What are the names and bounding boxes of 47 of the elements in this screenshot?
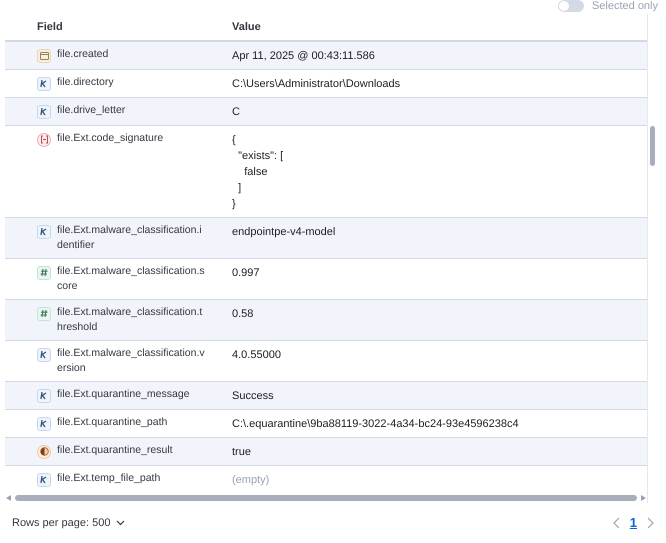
next-page-icon[interactable]	[647, 517, 654, 529]
field-name: file.Ext.temp_file_path	[57, 470, 162, 486]
field-name: file.Ext.quarantine_path	[57, 414, 168, 430]
chevron-down-icon	[116, 520, 126, 526]
field-name: file.Ext.quarantine_message	[57, 386, 190, 402]
field-value: true	[232, 444, 251, 460]
keyword-type-icon	[37, 472, 51, 487]
keyword-type-icon	[37, 76, 51, 91]
scroll-left-icon[interactable]	[6, 495, 11, 502]
keyword-type-icon	[37, 416, 51, 431]
field-value: C:\.equarantine\9ba88119-3022-4a34-bc24-93e4596238c4	[232, 416, 519, 432]
toggle-label: Selected only	[592, 0, 658, 14]
field-value: C	[232, 104, 240, 120]
field-name: file.Ext.malware_classification.version	[57, 346, 206, 376]
field-name: file.created	[57, 46, 110, 62]
column-header: Field	[36, 20, 64, 35]
field-name: file.drive_letter	[57, 102, 126, 118]
number-type-icon	[37, 306, 51, 321]
field-name: file.Ext.malware_classification.threshold	[57, 304, 204, 335]
field-value: 4.0.55000	[232, 348, 281, 363]
boolean-type-icon	[37, 444, 51, 459]
field-value: C:\Users\Administrator\Downloads	[232, 76, 400, 92]
field-name: file.directory	[57, 74, 115, 90]
column-header: Value	[232, 20, 261, 35]
previous-page-icon[interactable]	[612, 517, 620, 529]
object-type-icon	[37, 132, 51, 147]
field-name: file.Ext.malware_classification.identifier	[57, 222, 203, 253]
field-value: 0.997	[232, 266, 260, 281]
selected-only-switch[interactable]	[558, 0, 584, 12]
field-value: { "exists": [ false ] }	[232, 132, 284, 212]
field-name: file.Ext.quarantine_result	[57, 442, 174, 458]
field-value: (empty)	[232, 472, 270, 488]
field-value: Apr 11, 2025 @ 00:43:11.586	[232, 48, 375, 64]
keyword-type-icon	[37, 348, 51, 362]
scroll-right-icon[interactable]	[641, 495, 646, 502]
rows-per-page-dropdown[interactable]: Rows per page: 500	[12, 514, 126, 532]
keyword-type-icon	[37, 388, 51, 403]
field-name: file.Ext.malware_classification.score	[57, 264, 206, 294]
keyword-type-icon	[37, 104, 51, 119]
page-link[interactable]: 1	[630, 513, 637, 533]
field-name: file.Ext.code_signature	[57, 130, 164, 146]
number-type-icon	[37, 266, 51, 280]
field-value: Success	[232, 388, 274, 404]
calendar-icon	[37, 48, 51, 63]
keyword-type-icon	[37, 224, 51, 239]
field-value: endpointpe-v4-model	[232, 224, 336, 240]
field-value: 0.58	[232, 306, 254, 322]
